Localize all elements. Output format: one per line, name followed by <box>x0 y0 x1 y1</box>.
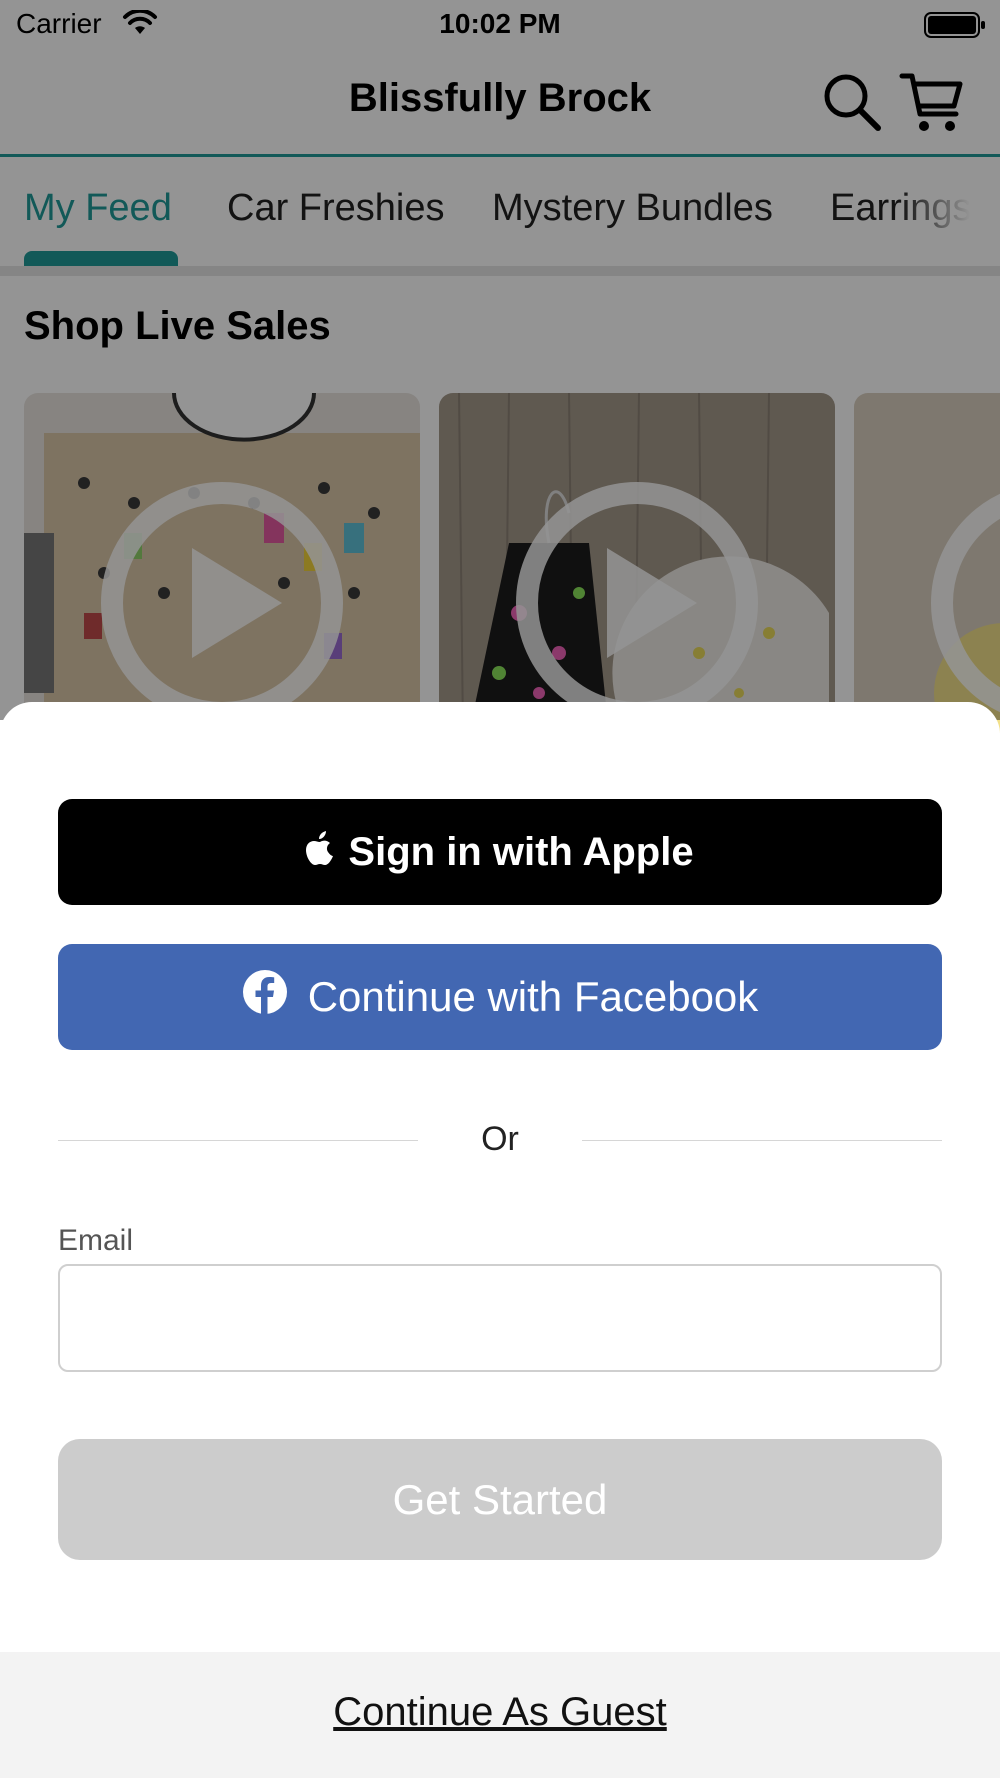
continue-with-facebook-button[interactable]: Continue with Facebook <box>58 944 942 1050</box>
facebook-button-label: Continue with Facebook <box>307 973 759 1020</box>
apple-icon <box>306 830 334 875</box>
sign-in-sheet: Sign in with Apple Continue with Faceboo… <box>0 702 1000 1778</box>
get-started-button[interactable]: Get Started <box>58 1439 942 1560</box>
modal-backdrop[interactable] <box>0 0 1000 720</box>
email-label: Email <box>58 1224 134 1257</box>
facebook-icon <box>242 969 288 1025</box>
divider-line-right <box>582 1140 942 1141</box>
continue-as-guest-link[interactable]: Continue As Guest <box>0 1690 1000 1735</box>
sign-in-with-apple-button[interactable]: Sign in with Apple <box>58 799 942 905</box>
apple-button-label: Sign in with Apple <box>348 829 694 874</box>
guest-footer: Continue As Guest <box>0 1652 1000 1778</box>
email-field[interactable] <box>58 1264 942 1372</box>
